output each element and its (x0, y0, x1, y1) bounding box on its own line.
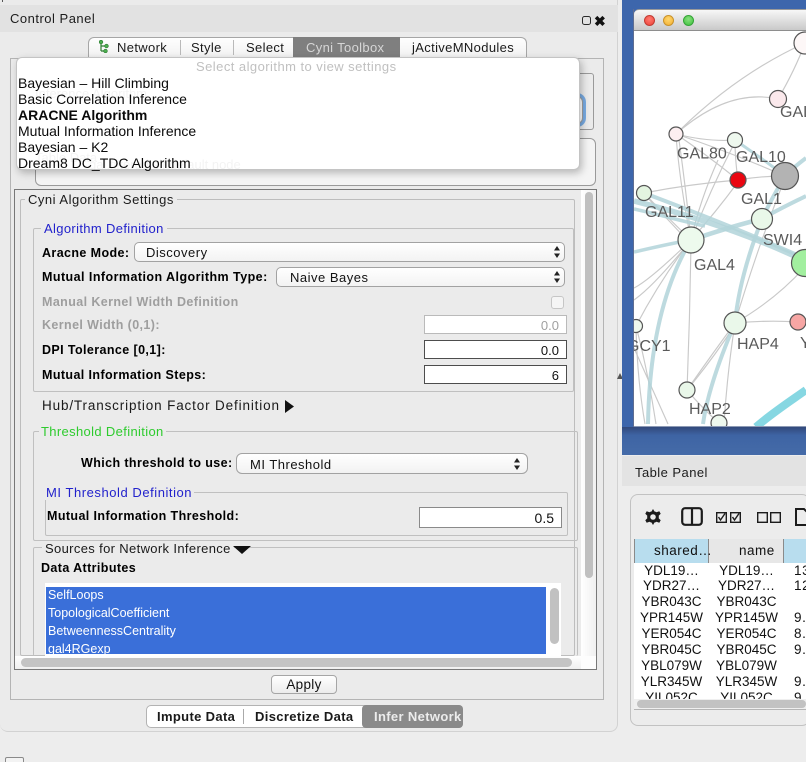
svg-text:GAL11: GAL11 (645, 204, 694, 221)
svg-text:GAL4: GAL4 (694, 257, 735, 274)
svg-text:HAP2: HAP2 (689, 401, 731, 418)
svg-text:GAL1: GAL1 (741, 191, 782, 208)
svg-text:SWI4: SWI4 (763, 232, 802, 249)
svg-text:GAL80: GAL80 (677, 146, 727, 163)
svg-text:HAP4: HAP4 (737, 336, 779, 353)
svg-text:Y: Y (800, 335, 806, 352)
svg-text:GCY1: GCY1 (634, 338, 671, 355)
svg-text:GAL10: GAL10 (736, 149, 786, 166)
svg-text:GAL7: GAL7 (780, 104, 806, 121)
